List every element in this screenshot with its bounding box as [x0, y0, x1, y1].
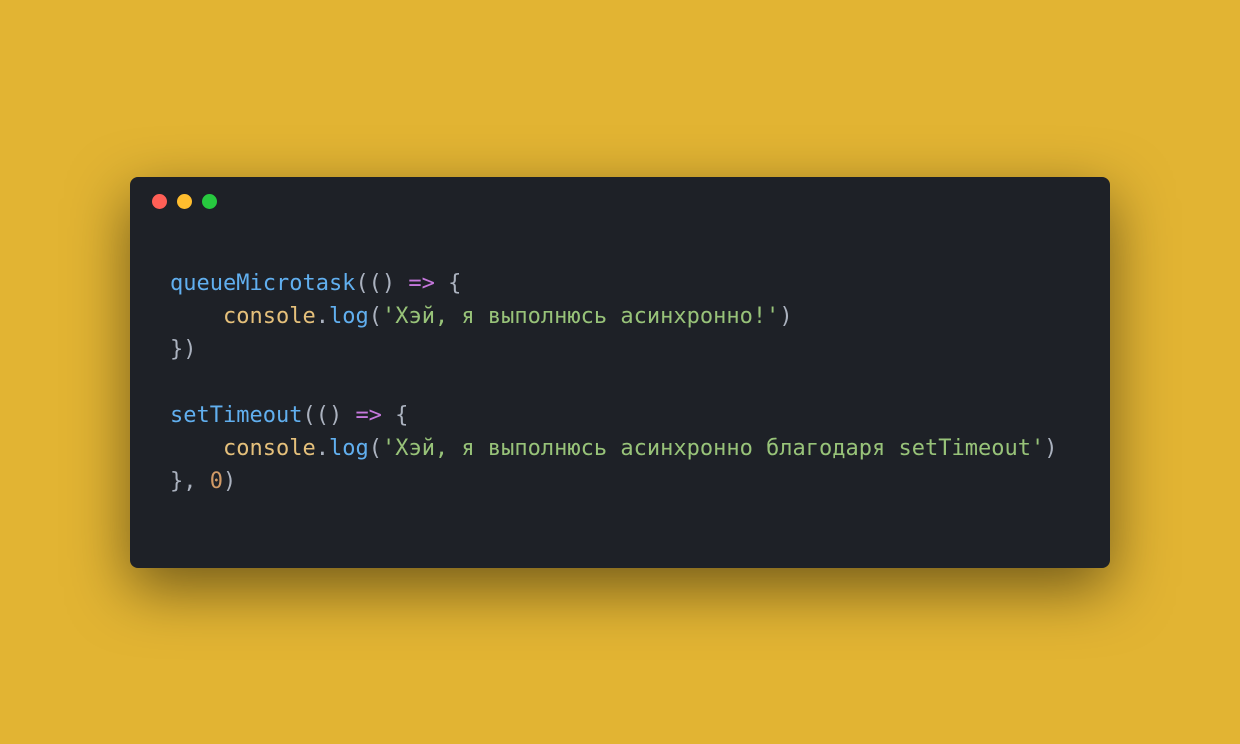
- code-token-function: setTimeout: [170, 403, 302, 428]
- code-token-punct: (: [369, 304, 382, 329]
- code-token-string: 'Хэй, я выполнюсь асинхронно благодаря s…: [382, 436, 1044, 461]
- code-token-object: console: [223, 436, 316, 461]
- code-token-number: 0: [210, 469, 223, 494]
- code-token-arrow: =>: [408, 271, 435, 296]
- code-token-punct: .: [316, 436, 329, 461]
- code-token-punct: {: [435, 271, 462, 296]
- code-token-punct: ((): [355, 271, 408, 296]
- code-token-punct: },: [170, 469, 210, 494]
- code-token-object: console: [223, 304, 316, 329]
- maximize-icon[interactable]: [202, 194, 217, 209]
- code-token-punct: (: [369, 436, 382, 461]
- code-token-arrow: =>: [355, 403, 382, 428]
- close-icon[interactable]: [152, 194, 167, 209]
- code-token-string: 'Хэй, я выполнюсь асинхронно!': [382, 304, 779, 329]
- code-content: queueMicrotask(() => { console.log('Хэй,…: [130, 227, 1110, 518]
- code-token-function: queueMicrotask: [170, 271, 355, 296]
- code-window: queueMicrotask(() => { console.log('Хэй,…: [130, 177, 1110, 568]
- code-token-punct: ((): [302, 403, 355, 428]
- window-titlebar: [130, 177, 1110, 227]
- minimize-icon[interactable]: [177, 194, 192, 209]
- code-token-punct: .: [316, 304, 329, 329]
- code-token-indent: [170, 304, 223, 329]
- code-token-punct: ): [223, 469, 236, 494]
- code-token-punct: }): [170, 337, 197, 362]
- code-token-indent: [170, 436, 223, 461]
- code-token-method: log: [329, 304, 369, 329]
- code-token-punct: {: [382, 403, 409, 428]
- code-token-punct: ): [779, 304, 792, 329]
- code-token-method: log: [329, 436, 369, 461]
- code-token-punct: ): [1044, 436, 1057, 461]
